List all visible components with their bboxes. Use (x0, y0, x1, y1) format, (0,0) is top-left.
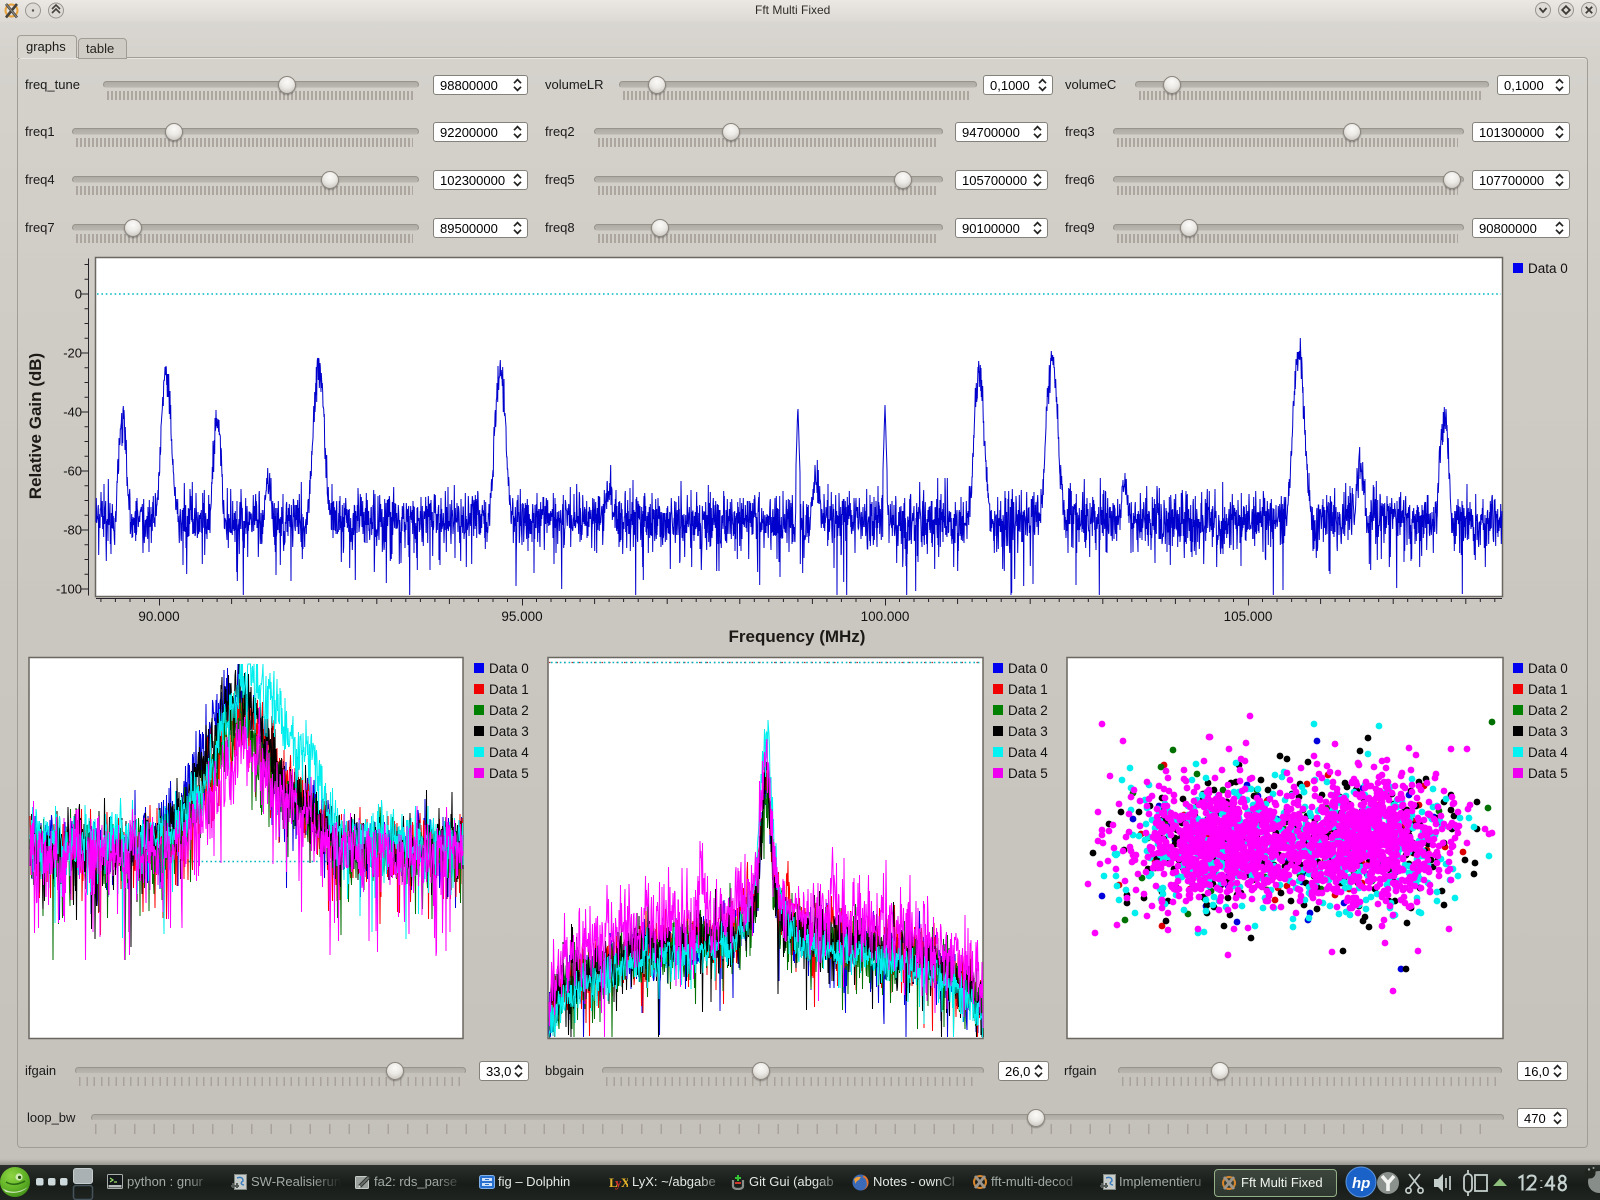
svg-text:Data 4: Data 4 (489, 745, 529, 760)
svg-text:Data 1: Data 1 (489, 682, 529, 697)
svg-text:-20: -20 (63, 346, 82, 361)
svg-text:hp: hp (1352, 1175, 1370, 1192)
svg-text:Data 1: Data 1 (1528, 682, 1568, 697)
svg-text:90.000: 90.000 (138, 609, 179, 624)
svg-text:-40: -40 (63, 405, 82, 420)
svg-text:0: 0 (75, 287, 82, 302)
svg-text:-80: -80 (63, 523, 82, 538)
svg-text:Data 0: Data 0 (489, 661, 529, 676)
svg-text:Data 1: Data 1 (1008, 682, 1048, 697)
svg-text:Relative Gain (dB): Relative Gain (dB) (26, 353, 45, 499)
svg-text:100.000: 100.000 (861, 609, 910, 624)
svg-text:Data 3: Data 3 (489, 724, 529, 739)
svg-text:X: X (621, 1175, 628, 1190)
svg-text:Frequency (MHz): Frequency (MHz) (729, 627, 866, 646)
svg-text:Data 5: Data 5 (1528, 766, 1568, 781)
svg-text:Data 3: Data 3 (1008, 724, 1048, 739)
svg-text:-60: -60 (63, 464, 82, 479)
svg-text:Data 5: Data 5 (489, 766, 529, 781)
svg-text:Data 2: Data 2 (1528, 703, 1568, 718)
svg-text:Data 2: Data 2 (489, 703, 529, 718)
svg-text:-100: -100 (56, 582, 82, 597)
svg-text:Data 3: Data 3 (1528, 724, 1568, 739)
svg-text:Data 0: Data 0 (1008, 661, 1048, 676)
svg-text:Data 0: Data 0 (1528, 261, 1568, 276)
svg-text:Data 2: Data 2 (1008, 703, 1048, 718)
svg-text:105.000: 105.000 (1224, 609, 1273, 624)
svg-text:Data 4: Data 4 (1008, 745, 1048, 760)
svg-text:Data 5: Data 5 (1008, 766, 1048, 781)
svg-text:Data 4: Data 4 (1528, 745, 1568, 760)
svg-text:95.000: 95.000 (501, 609, 542, 624)
svg-text:Data 0: Data 0 (1528, 661, 1568, 676)
